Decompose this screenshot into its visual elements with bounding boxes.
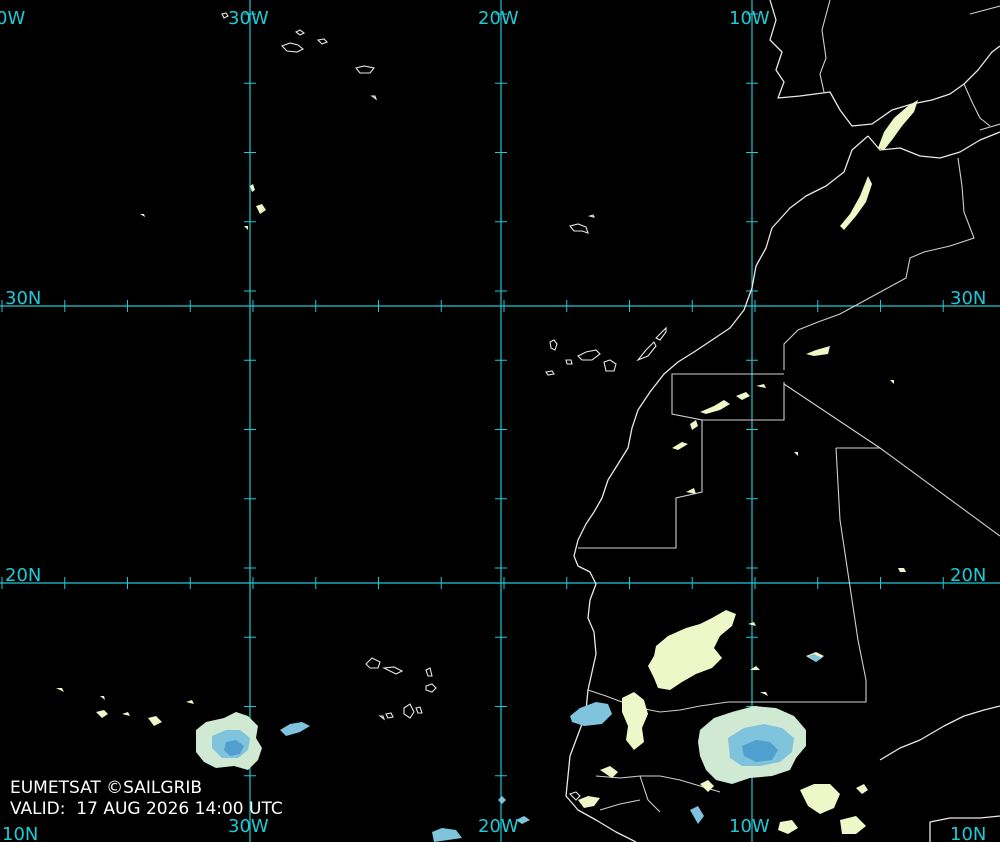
- label-top-10w: 10W: [729, 8, 770, 29]
- credit-source: EUMETSAT ©SAILGRIB: [10, 778, 203, 798]
- label-right-30n: 30N: [950, 288, 986, 309]
- label-right-20n: 20N: [950, 565, 986, 586]
- label-bottom-left-edge: 10N: [2, 824, 38, 842]
- label-top-30w: 30W: [228, 8, 269, 29]
- label-right-10n: 10N: [950, 824, 986, 842]
- label-bottom-20w: 20W: [478, 816, 519, 837]
- madeira-islet: [588, 214, 596, 218]
- label-top-20w: 20W: [478, 8, 519, 29]
- label-bottom-30w: 30W: [228, 816, 269, 837]
- satellite-map[interactable]: 30W 20W 10W 0W 30W 20W 10W 30N 30N 20N 2…: [0, 0, 1000, 842]
- label-bottom-10w: 10W: [729, 816, 770, 837]
- label-left-30n: 30N: [5, 288, 41, 309]
- credit-valid-time: VALID: 17 AUG 2026 14:00 UTC: [10, 799, 283, 819]
- label-left-20n: 20N: [5, 565, 41, 586]
- label-top-left-edge: 0W: [0, 8, 25, 29]
